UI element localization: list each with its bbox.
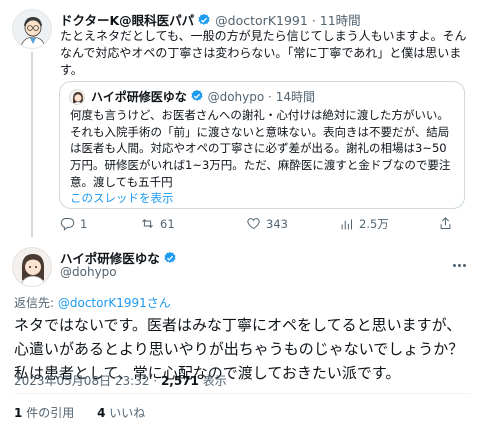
tweet2-view-count: 2,571 [160, 374, 199, 388]
verified-badge-icon [198, 13, 210, 25]
quote-tweets-link[interactable]: 1 件の引用 [14, 406, 74, 420]
like-button[interactable]: 343 [246, 216, 288, 231]
like-count: 343 [266, 216, 288, 231]
heart-icon [247, 218, 260, 230]
view-count: 2.5万 [359, 217, 389, 231]
views-label: 表示 [198, 374, 227, 388]
tweet1-header: ドクターK@眼科医パパ @doctorK1991 · 11時間 [60, 10, 361, 29]
tweet2-stats: 1 件の引用 4 いいね [14, 404, 145, 421]
share-icon [440, 217, 451, 229]
resident-avatar-icon [13, 248, 51, 286]
quote-avatar [69, 89, 85, 105]
divider [14, 393, 470, 394]
quote-handle: @dohypo [207, 90, 265, 104]
tweet1-text: たとえネタだとしても、一般の方が見たら信じてしまう人もいますよ。そんなんで対応や… [60, 29, 467, 77]
likes-label: いいね [109, 406, 146, 420]
tweet2-handle[interactable]: @dohypo [60, 265, 117, 279]
quotes-count: 1 [14, 406, 23, 420]
avatar-dohypo[interactable] [12, 247, 52, 287]
likes-count: 4 [97, 406, 106, 420]
reply-to-line: 返信先: @doctorK1991さん [14, 294, 171, 311]
reply-count: 1 [80, 216, 88, 231]
tweet2-timestamp[interactable]: 2023年05月08日 23:32 [14, 374, 149, 388]
tweet2-meta: 2023年05月08日 23:32 · 2,571 表示 [14, 372, 227, 389]
quote-text: 何度も言うけど、お医者さんへの謝礼・心付けは絶対に渡した方がいい。それも入院手術… [70, 108, 451, 189]
views-button[interactable]: 2.5万 [339, 216, 389, 232]
retweet-icon [142, 219, 153, 228]
reply-icon [60, 218, 75, 231]
show-thread-link[interactable]: このスレッドを表示 [70, 190, 174, 206]
quoted-tweet-card[interactable]: ハイポ研修医ゆな @dohypo · 14時間 何度も言うけど、お医者さんへの謝… [59, 81, 465, 209]
quote-separator: · [268, 90, 272, 104]
thread-connector-line [31, 52, 33, 237]
quotes-label: 件の引用 [26, 406, 75, 420]
reply-prefix: 返信先: [14, 296, 58, 310]
retweet-button[interactable]: 61 [140, 216, 175, 231]
tweet1-handle[interactable]: @doctorK1991 [215, 13, 308, 28]
tweet1-action-bar: 1 61 343 2.5万 [60, 216, 470, 234]
analytics-bar-icon [341, 219, 352, 229]
likes-link[interactable]: 4 いいね [97, 406, 145, 420]
quote-header: ハイポ研修医ゆな @dohypo · 14時間 [91, 88, 315, 105]
reply-to-mention[interactable]: @doctorK1991さん [58, 296, 171, 310]
avatar-doctork[interactable] [12, 9, 52, 49]
more-options-icon[interactable] [453, 252, 469, 267]
tweet1-author-name[interactable]: ドクターK@眼科医パパ [60, 13, 194, 28]
share-button[interactable] [438, 216, 453, 231]
reply-button[interactable]: 1 [60, 216, 87, 231]
quote-time: 14時間 [275, 90, 315, 104]
tweet1-separator: · [311, 13, 316, 28]
tweet2-author-name-text: ハイポ研修医ゆな [60, 251, 160, 266]
resident-avatar-icon [70, 90, 84, 104]
doctor-avatar-icon [13, 10, 51, 48]
retweet-count: 61 [160, 216, 175, 231]
verified-badge-icon [164, 251, 176, 263]
tweet1-time[interactable]: 11時間 [320, 13, 361, 28]
quote-author-name: ハイポ研修医ゆな [91, 90, 187, 104]
verified-badge-icon [191, 89, 203, 101]
meta-separator: · [149, 374, 161, 388]
